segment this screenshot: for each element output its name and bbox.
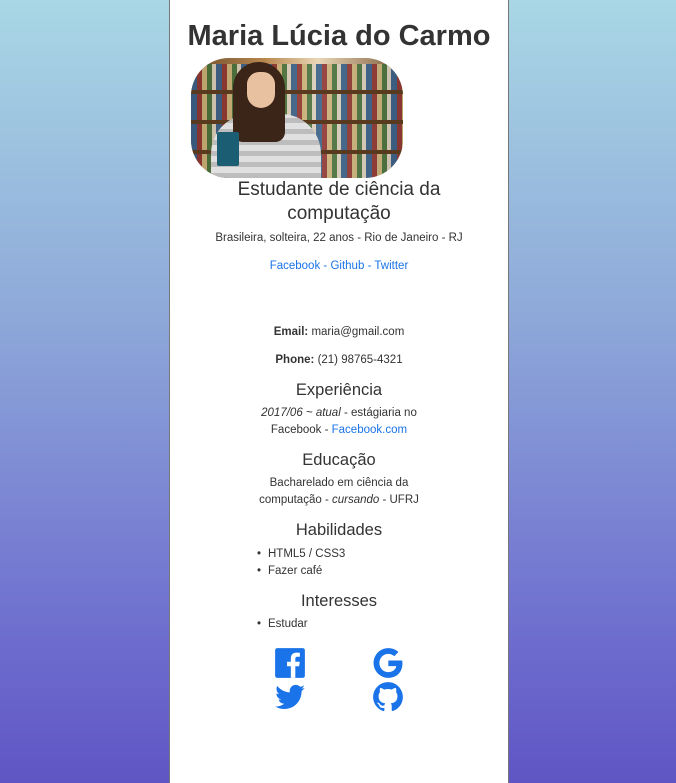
list-item: Fazer café xyxy=(257,563,345,580)
education-heading: Educação xyxy=(302,451,376,469)
list-item: Estudar xyxy=(257,616,308,633)
education-text: Bacharelado em ciência da computação - c… xyxy=(170,475,508,509)
experience-heading: Experiência xyxy=(295,381,383,399)
email-label: Email: xyxy=(273,326,309,338)
experience-link[interactable]: Facebook.com xyxy=(332,424,407,436)
phone-label: Phone: xyxy=(275,354,315,366)
education-school: - UFRJ xyxy=(379,494,419,506)
phone-line: Phone: (21) 98765-4321 xyxy=(170,354,508,366)
experience-text: 2017/06 ~ atual - estágiaria no Facebook… xyxy=(170,405,508,439)
twitter-icon[interactable] xyxy=(273,680,307,714)
link-separator: - xyxy=(323,260,328,272)
link-separator: - xyxy=(367,260,372,272)
social-links: Facebook - Github - Twitter xyxy=(170,260,508,272)
github-link[interactable]: Github xyxy=(330,260,364,272)
page-title: Maria Lúcia do Carmo xyxy=(187,20,491,52)
skills-heading: Habilidades xyxy=(295,521,383,539)
resume-card: Maria Lúcia do Carmo Estudante de ciênci… xyxy=(169,0,509,783)
email-line: Email: maria@gmail.com xyxy=(170,326,508,338)
profile-title: Estudante de ciência da computação xyxy=(237,179,441,224)
skills-list: HTML5 / CSS3 Fazer café xyxy=(257,546,345,580)
google-icon[interactable] xyxy=(371,646,405,680)
facebook-link[interactable]: Facebook xyxy=(270,260,321,272)
interests-heading: Interesses xyxy=(300,592,378,610)
experience-date: 2017/06 ~ atual xyxy=(261,407,341,419)
email-value: maria@gmail.com xyxy=(311,326,405,338)
education-status: cursando xyxy=(331,494,380,506)
interests-list: Estudar xyxy=(257,616,308,633)
twitter-link[interactable]: Twitter xyxy=(374,260,408,272)
phone-value: (21) 98765-4321 xyxy=(317,354,403,366)
facebook-icon[interactable] xyxy=(273,646,307,680)
profile-subtitle: Brasileira, solteira, 22 anos - Rio de J… xyxy=(215,232,463,244)
list-item: HTML5 / CSS3 xyxy=(257,546,345,563)
profile-photo xyxy=(191,58,403,178)
github-icon[interactable] xyxy=(371,680,405,714)
